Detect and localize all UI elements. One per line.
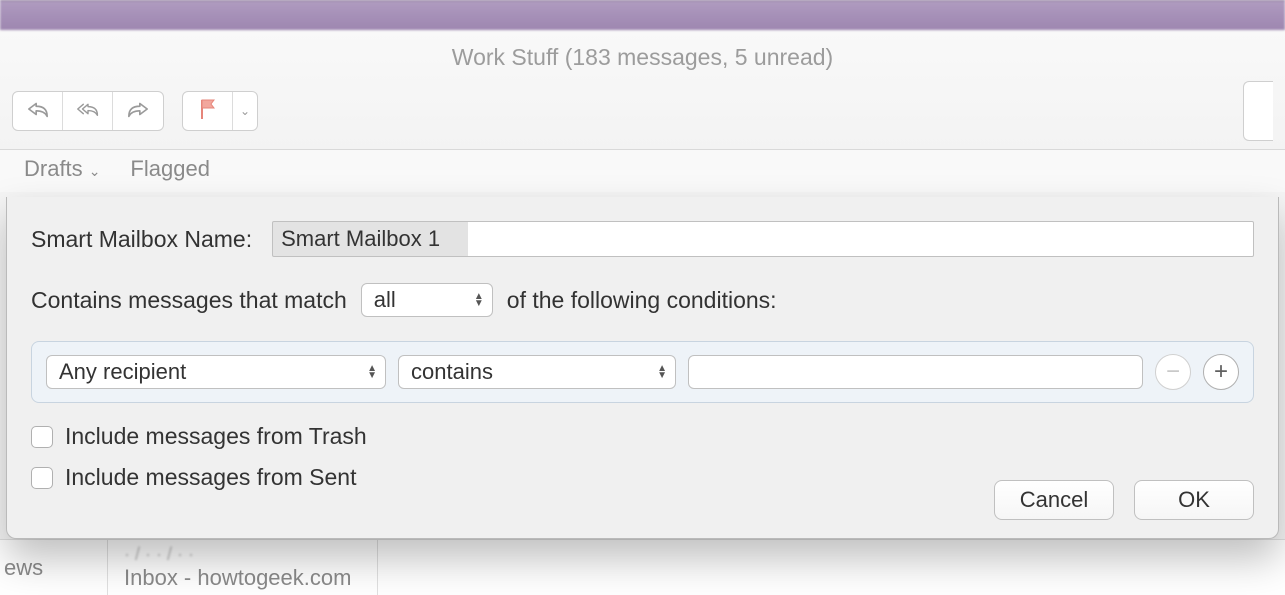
ok-button[interactable]: OK — [1134, 480, 1254, 520]
remove-condition-button[interactable]: − — [1155, 354, 1191, 390]
condition-value-input[interactable] — [688, 355, 1143, 389]
mailbox-name-input[interactable] — [272, 221, 1254, 257]
condition-operator-select[interactable]: contains ▲▼ — [398, 355, 676, 389]
stepper-icon: ▲▼ — [657, 365, 667, 379]
reply-icon — [27, 100, 49, 123]
toolbar: ⌄ — [0, 81, 1285, 149]
stepper-icon: ▲▼ — [474, 293, 484, 307]
favorites-drafts[interactable]: Drafts ⌄ — [24, 156, 100, 182]
add-condition-button[interactable]: + — [1203, 354, 1239, 390]
cancel-button[interactable]: Cancel — [994, 480, 1114, 520]
reply-all-button[interactable] — [63, 92, 113, 130]
stepper-icon: ▲▼ — [367, 365, 377, 379]
include-sent-checkbox[interactable] — [31, 467, 53, 489]
forward-icon — [127, 100, 149, 123]
chevron-down-icon: ⌄ — [89, 163, 101, 180]
condition-row: Any recipient ▲▼ contains ▲▼ − + — [31, 341, 1254, 403]
favorites-flagged-label: Flagged — [130, 156, 210, 182]
condition-field-select[interactable]: Any recipient ▲▼ — [46, 355, 386, 389]
truncated-toolbar-item[interactable] — [1243, 81, 1273, 141]
mailbox-name-label: Smart Mailbox Name: — [31, 226, 252, 253]
flag-button[interactable] — [183, 92, 233, 130]
bg-text-fragment: ews — [4, 555, 43, 581]
include-trash-label: Include messages from Trash — [65, 423, 367, 450]
reply-all-icon — [77, 100, 99, 123]
nav-button-group — [12, 91, 164, 131]
window-header: Work Stuff (183 messages, 5 unread) — [0, 30, 1285, 150]
bg-mailbox-label: Inbox - howtogeek.com — [124, 565, 377, 591]
reply-button[interactable] — [13, 92, 63, 130]
include-sent-label: Include messages from Sent — [65, 464, 356, 491]
window-title: Work Stuff (183 messages, 5 unread) — [452, 44, 833, 70]
plus-icon: + — [1214, 358, 1228, 386]
favorites-drafts-label: Drafts — [24, 156, 83, 182]
forward-button[interactable] — [113, 92, 163, 130]
flag-button-group: ⌄ — [182, 91, 258, 131]
message-list-background: ews · / · · / · · Inbox - howtogeek.com — [0, 539, 1285, 595]
favorites-flagged[interactable]: Flagged — [130, 156, 210, 182]
match-mode-select[interactable]: all ▲▼ — [361, 283, 493, 317]
flag-icon — [198, 98, 218, 125]
match-prefix-label: Contains messages that match — [31, 287, 347, 314]
condition-field-value: Any recipient — [59, 359, 186, 385]
flag-dropdown[interactable]: ⌄ — [233, 92, 257, 130]
chevron-down-icon: ⌄ — [240, 104, 250, 118]
favorites-bar: Drafts ⌄ Flagged — [0, 150, 1285, 192]
cancel-button-label: Cancel — [1020, 487, 1088, 513]
window-titlebar-background — [0, 0, 1285, 30]
smart-mailbox-sheet: Smart Mailbox Name: Contains messages th… — [6, 197, 1279, 539]
ok-button-label: OK — [1178, 487, 1210, 513]
include-trash-checkbox[interactable] — [31, 426, 53, 448]
minus-icon: − — [1166, 358, 1180, 386]
match-suffix-label: of the following conditions: — [507, 287, 777, 314]
bg-date-fragment: · / · · / · · — [124, 544, 377, 565]
condition-operator-value: contains — [411, 359, 493, 385]
match-mode-value: all — [374, 287, 396, 313]
